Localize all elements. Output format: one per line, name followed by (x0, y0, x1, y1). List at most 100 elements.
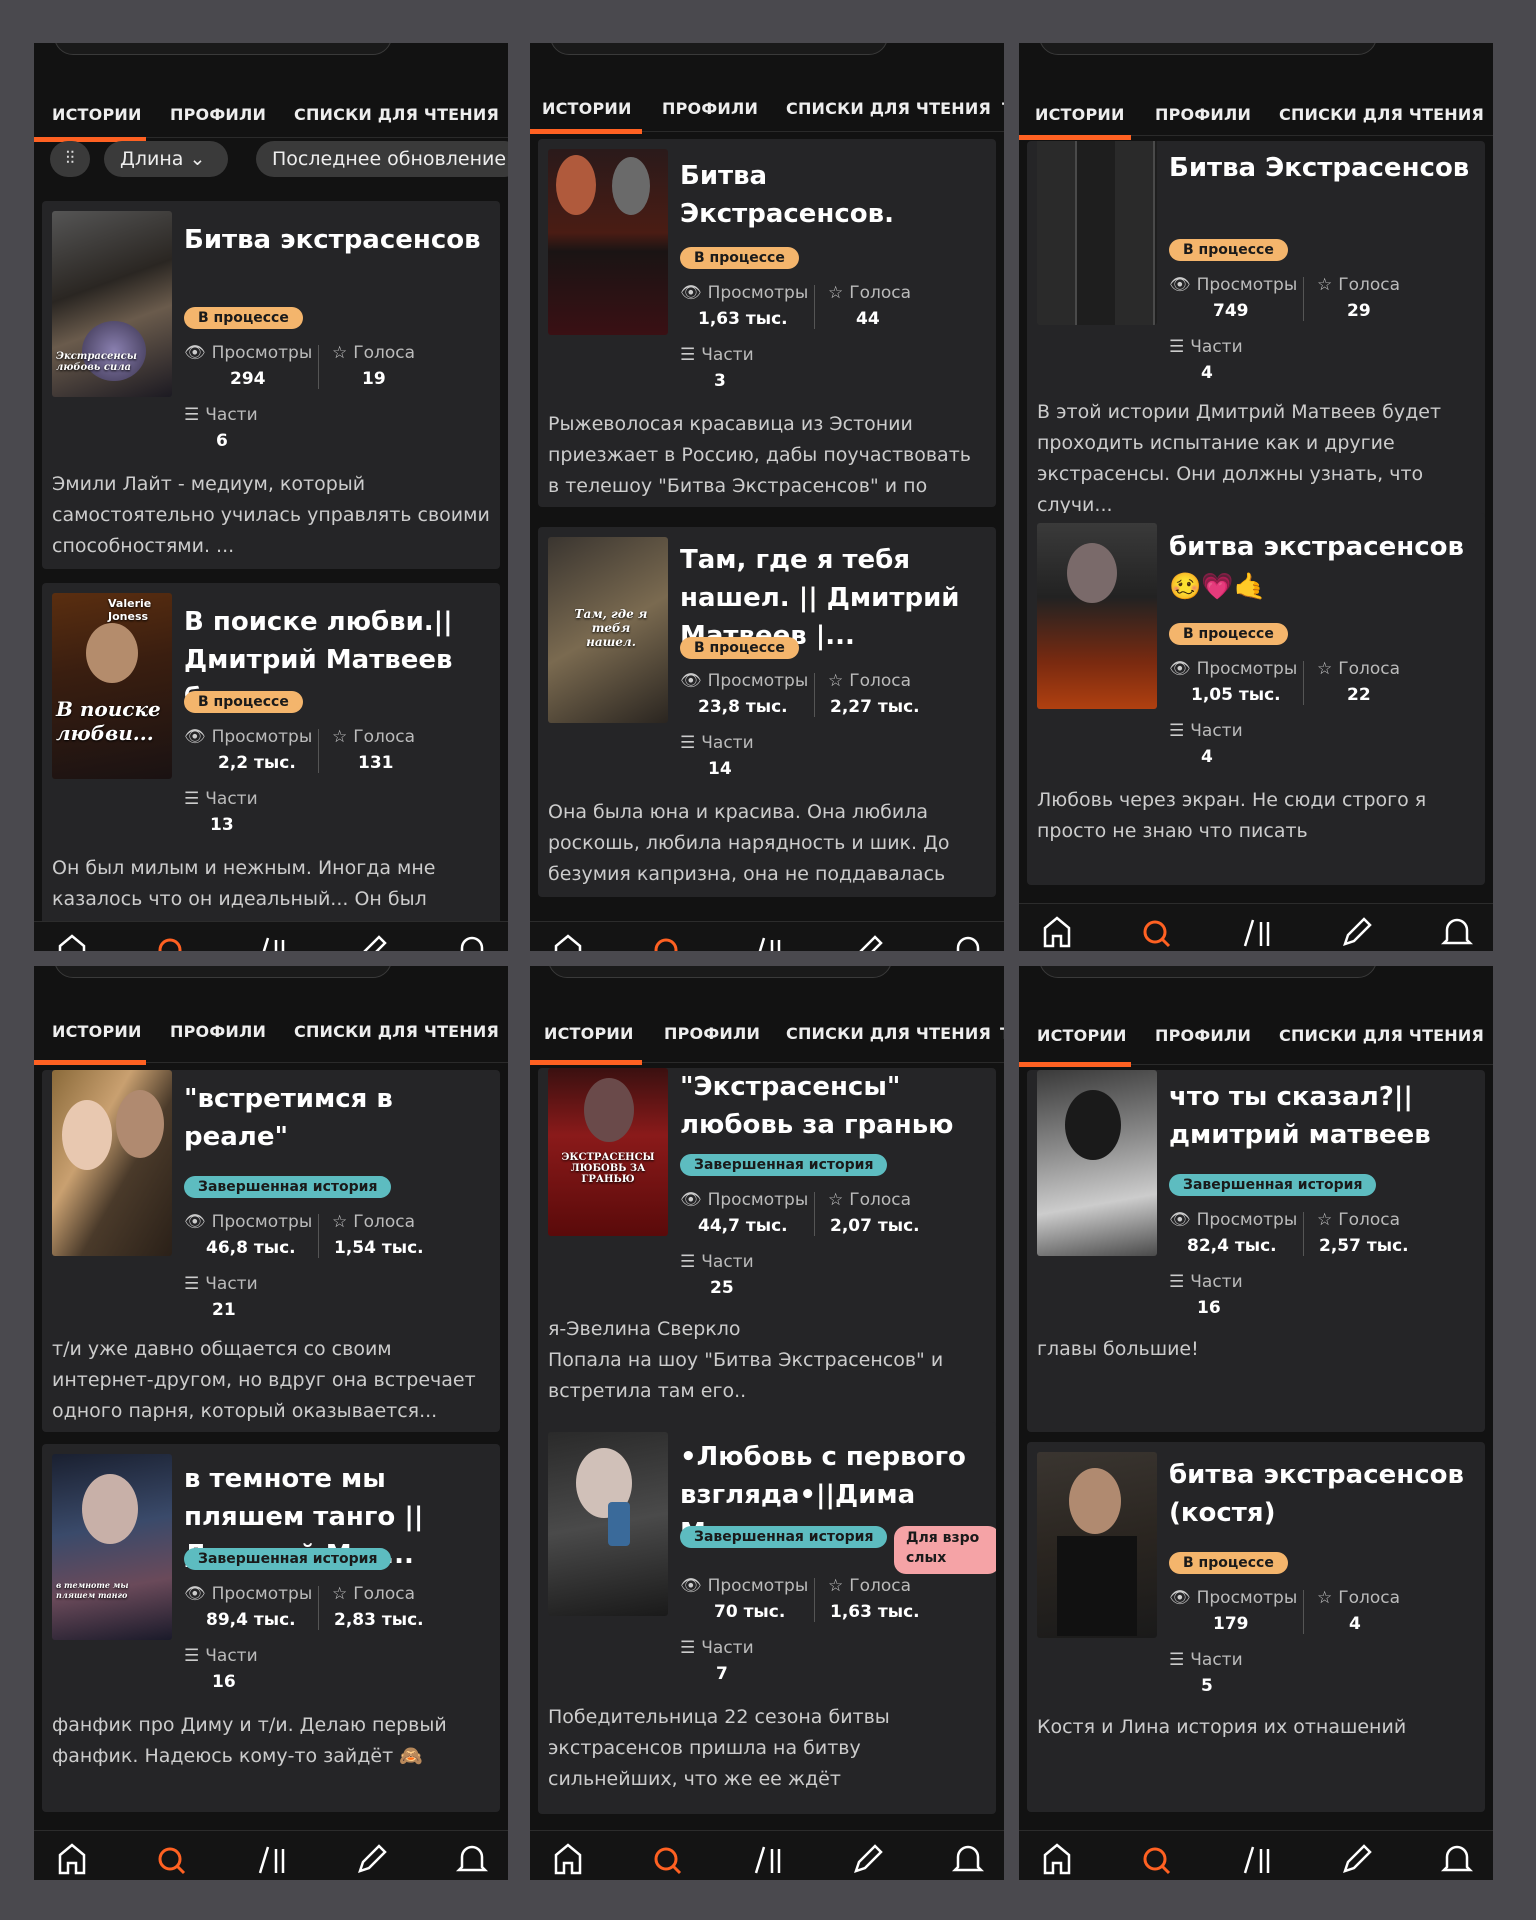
story-card[interactable]: Там, где я тебя нашел. Там, где я тебя н… (538, 527, 996, 897)
votes-label: ☆ Голоса (1317, 659, 1401, 679)
search-icon[interactable] (152, 928, 192, 951)
star-icon: ☆ (828, 1576, 844, 1596)
story-title[interactable]: "встретимся в реале" (184, 1080, 490, 1156)
search-icon[interactable] (152, 1837, 192, 1877)
library-icon[interactable] (748, 1837, 788, 1877)
library-icon[interactable] (1237, 1837, 1277, 1877)
star-icon: ☆ (1317, 275, 1333, 295)
tab-reading-lists[interactable]: СПИСКИ ДЛЯ ЧТЕНИЯ (1279, 1026, 1484, 1045)
library-icon[interactable] (748, 928, 788, 951)
story-card[interactable]: Экстрасенсы любовь сила Битва экстрасенс… (42, 201, 500, 569)
eye-icon: 👁 (1169, 1588, 1191, 1608)
home-icon[interactable] (1037, 1837, 1077, 1877)
length-filter[interactable]: Длина ⌄ (104, 141, 228, 177)
search-bar[interactable] (550, 43, 888, 55)
search-bar[interactable] (54, 43, 392, 55)
story-card[interactable]: в темноте мы пляшем танго в темноте мы п… (42, 1444, 500, 1812)
story-card[interactable]: Valerie Joness В поиске любви... В поиск… (42, 583, 500, 951)
search-bar[interactable] (54, 966, 392, 978)
notifications-bell-icon[interactable] (948, 1837, 988, 1877)
write-pencil-icon[interactable] (352, 928, 392, 951)
filter-settings-icon[interactable]: ⫶⫶ (50, 141, 90, 177)
tab-profiles[interactable]: ПРОФИЛИ (1155, 1026, 1251, 1045)
eye-icon: 👁 (680, 1576, 702, 1596)
home-icon[interactable] (52, 1837, 92, 1877)
home-icon[interactable] (52, 928, 92, 951)
parts-label: ☰ Части (184, 1274, 258, 1294)
story-title[interactable]: Битва экстрасенсов (184, 221, 490, 259)
tab-profiles[interactable]: ПРОФИЛИ (662, 99, 758, 118)
notifications-bell-icon[interactable] (948, 928, 988, 951)
tab-tags[interactable]: Т (1002, 99, 1004, 118)
write-pencil-icon[interactable] (1337, 910, 1377, 950)
tab-stories[interactable]: ИСТОРИИ (52, 1022, 142, 1041)
story-card[interactable]: битва экстрасенсов 🥴💗🤙 В процессе 👁 Просм… (1027, 513, 1485, 885)
notifications-bell-icon[interactable] (1437, 910, 1477, 950)
tab-stories[interactable]: ИСТОРИИ (1035, 105, 1125, 124)
tab-profiles[interactable]: ПРОФИЛИ (664, 1024, 760, 1043)
search-icon[interactable] (648, 1837, 688, 1877)
search-icon[interactable] (1137, 1837, 1177, 1877)
write-pencil-icon[interactable] (1337, 1837, 1377, 1877)
tab-stories[interactable]: ИСТОРИИ (1037, 1026, 1127, 1045)
votes-count: 2,07 тыс. (830, 1216, 920, 1236)
library-icon[interactable] (1237, 910, 1277, 950)
library-icon[interactable] (252, 1837, 292, 1877)
tab-profiles[interactable]: ПРОФИЛИ (170, 1022, 266, 1041)
notifications-bell-icon[interactable] (1437, 1837, 1477, 1877)
story-title[interactable]: Битва Экстрасенсов. (680, 157, 986, 233)
story-cover-image (548, 1432, 668, 1616)
tab-stories[interactable]: ИСТОРИИ (52, 105, 142, 124)
search-icon[interactable] (648, 928, 688, 951)
story-card[interactable]: ЭКСТРАСЕНСЫ ЛЮБОВЬ ЗА ГРАНЬЮ "Экстрасенс… (538, 1068, 996, 1438)
cover-caption: Там, где я тебя нашел. (574, 607, 648, 649)
views-count: 82,4 тыс. (1187, 1236, 1277, 1256)
story-description: Она была юна и красива. Она любила роско… (548, 801, 950, 897)
story-card[interactable]: "встретимся в реале" Завершенная история… (42, 1070, 500, 1432)
write-pencil-icon[interactable] (352, 1837, 392, 1877)
story-card[interactable]: •Любовь с первого взгляда•||Дима Матв...… (538, 1422, 996, 1814)
votes-count: 1,54 тыс. (334, 1238, 424, 1258)
story-card[interactable]: Битва Экстрасенсов В процессе 👁 Просмотры… (1027, 141, 1485, 543)
tab-reading-lists[interactable]: СПИСКИ ДЛЯ ЧТЕНИЯ (294, 105, 499, 124)
story-card[interactable]: Битва Экстрасенсов. В процессе 👁 Просмотр… (538, 139, 996, 507)
tab-profiles[interactable]: ПРОФИЛИ (170, 105, 266, 124)
votes-label: ☆ Голоса (332, 343, 416, 363)
views-label: 👁 Просмотры (680, 1576, 809, 1596)
search-icon[interactable] (1137, 910, 1177, 950)
tab-reading-lists[interactable]: СПИСКИ ДЛЯ ЧТЕНИЯ (294, 1022, 499, 1041)
tab-reading-lists[interactable]: СПИСКИ ДЛЯ ЧТЕНИЯ (786, 1024, 991, 1043)
search-bar[interactable] (548, 966, 892, 978)
tab-stories[interactable]: ИСТОРИИ (544, 1024, 634, 1043)
search-bar[interactable] (1039, 966, 1377, 978)
tab-profiles[interactable]: ПРОФИЛИ (1155, 105, 1251, 124)
story-card[interactable]: что ты сказал?|| дмитрий матвеев Заверше… (1027, 1070, 1485, 1432)
write-pencil-icon[interactable] (848, 1837, 888, 1877)
story-title[interactable]: битва экстрасенсов 🥴💗🤙 (1169, 527, 1475, 607)
sort-filter[interactable]: Последнее обновление (256, 141, 508, 177)
tab-stories[interactable]: ИСТОРИИ (542, 99, 632, 118)
story-cover-image (1037, 523, 1157, 709)
tab-tags[interactable]: Т (1000, 1024, 1004, 1043)
library-icon[interactable] (252, 928, 292, 951)
home-icon[interactable] (548, 928, 588, 951)
notifications-bell-icon[interactable] (452, 928, 492, 951)
tab-reading-lists[interactable]: СПИСКИ ДЛЯ ЧТЕНИЯ (1279, 105, 1484, 124)
search-bar[interactable] (1039, 43, 1377, 55)
bottom-navigation (530, 921, 1004, 951)
home-icon[interactable] (1037, 910, 1077, 950)
parts-count: 4 (1201, 747, 1213, 767)
status-badge: Завершенная история (680, 1154, 888, 1176)
home-icon[interactable] (548, 1837, 588, 1877)
notifications-bell-icon[interactable] (452, 1837, 492, 1877)
views-label: 👁 Просмотры (184, 343, 313, 363)
story-title[interactable]: битва экстрасенсов (костя) (1169, 1456, 1475, 1532)
votes-count: 2,83 тыс. (334, 1610, 424, 1630)
write-pencil-icon[interactable] (848, 928, 888, 951)
story-title[interactable]: что ты сказал?|| дмитрий матвеев (1169, 1078, 1475, 1154)
story-description: Эмили Лайт - медиум, который самостоятел… (52, 473, 490, 557)
tab-reading-lists[interactable]: СПИСКИ ДЛЯ ЧТЕНИЯ (786, 99, 991, 118)
story-title[interactable]: "Экстрасенсы" любовь за гранью (680, 1068, 986, 1144)
story-title[interactable]: Битва Экстрасенсов (1169, 149, 1475, 187)
story-card[interactable]: битва экстрасенсов (костя) В процессе 👁 П… (1027, 1442, 1485, 1812)
